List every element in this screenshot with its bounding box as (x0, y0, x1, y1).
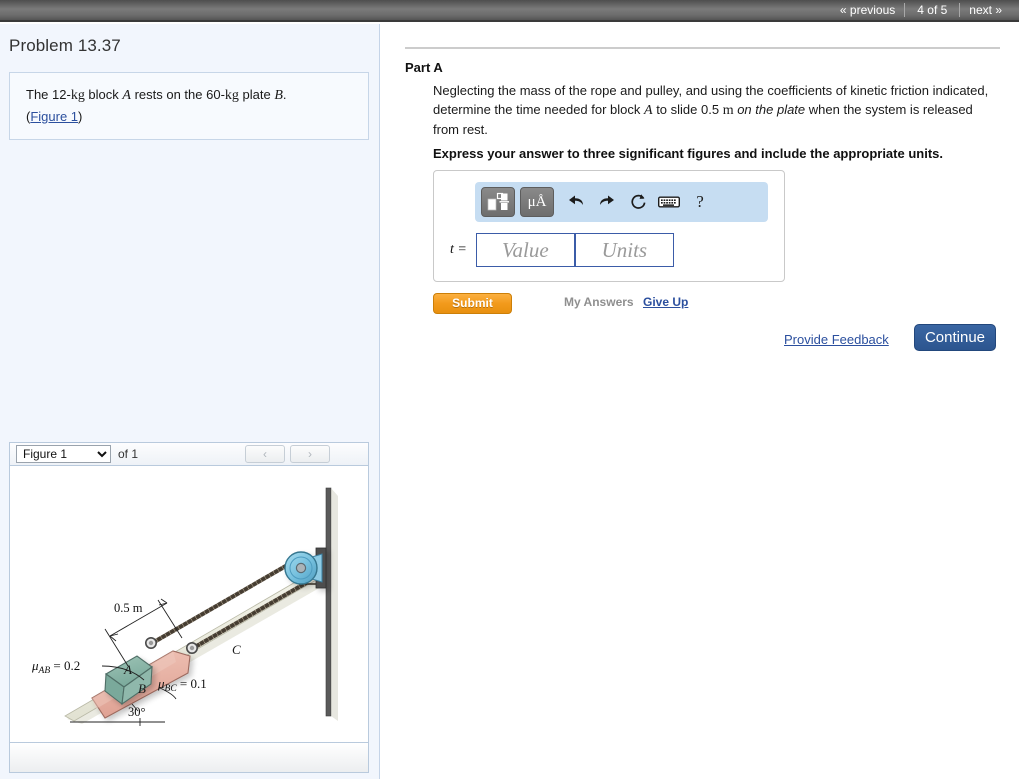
answer-entry-box: μÅ ? t = Value Units (433, 170, 785, 282)
page-counter: 4 of 5 (917, 3, 948, 17)
problem-statement-text: The 12-kg block A rests on the 60-kg pla… (26, 85, 354, 127)
statement-var-b: B (274, 88, 283, 103)
provide-feedback-link[interactable]: Provide Feedback (784, 332, 889, 347)
previous-link[interactable]: « previous (831, 0, 904, 20)
give-up-link[interactable]: Give Up (643, 295, 688, 309)
statement-seg-4: plate (238, 87, 275, 102)
figure-prev-button[interactable]: ‹ (245, 445, 285, 463)
top-nav-group: « previous 4 of 5 next » (831, 0, 1011, 20)
figure-next-button[interactable]: › (290, 445, 330, 463)
pulley (284, 547, 327, 589)
undo-arrow-icon[interactable] (563, 187, 589, 217)
unit-button-label: μÅ (527, 193, 547, 210)
unit-symbol-button[interactable]: μÅ (520, 187, 554, 217)
statement-var-a: A (122, 88, 131, 103)
reset-circular-arrow-icon[interactable] (625, 187, 651, 217)
wall-support (325, 487, 332, 717)
redo-arrow-glyph (600, 195, 614, 205)
submit-button[interactable]: Submit (433, 293, 512, 314)
help-icon[interactable]: ? (687, 187, 713, 217)
continue-button[interactable]: Continue (914, 324, 996, 351)
keyboard-icon[interactable] (656, 187, 682, 217)
answer-toolbar: μÅ ? (475, 182, 768, 222)
keyboard-glyph (658, 196, 680, 208)
statement-seg-3: rests on the 60- (130, 87, 225, 102)
figure-1-link[interactable]: Figure 1 (30, 109, 78, 124)
rope-eyelet-b (186, 642, 199, 655)
block-a-label: A (123, 662, 132, 677)
my-answers-link[interactable]: My Answers (564, 295, 634, 309)
figure-footer-bar (9, 743, 369, 773)
mu-bc-label: μBC = 0.1 (157, 676, 207, 694)
statement-unit-kg-1: kg (70, 88, 85, 103)
problem-statement-box: The 12-kg block A rests on the 60-kg pla… (9, 72, 369, 140)
point-c-label: C (232, 642, 241, 657)
part-a-heading: Part A (405, 60, 443, 75)
main-content: Part A Neglecting the mass of the rope a… (381, 24, 1019, 779)
next-link[interactable]: next » (960, 0, 1011, 20)
figure-link-paren-close: ) (78, 108, 83, 124)
problem-sidebar: Problem 13.37 The 12-kg block A rests on… (0, 24, 380, 779)
statement-seg-5: . (282, 87, 287, 102)
question-unit-m: m (722, 102, 734, 118)
units-input[interactable] (574, 233, 674, 267)
figure-toolbar: Figure 1 of 1 ‹ › (9, 442, 369, 466)
question-text: Neglecting the mass of the rope and pull… (433, 82, 1001, 140)
figure-select-dropdown[interactable]: Figure 1 (16, 445, 111, 463)
rope-lower (193, 581, 308, 649)
rope-eyelet-a (145, 637, 158, 650)
statement-seg-1: The 12- (26, 87, 71, 102)
question-emphasis: on the plate (737, 101, 806, 117)
help-question-mark: ? (696, 192, 704, 211)
answer-input-row: t = (450, 233, 674, 267)
dimension-label: 0.5 m (114, 601, 143, 615)
reset-glyph (630, 194, 645, 209)
variable-label: t = (450, 242, 467, 257)
express-answer-instruction: Express your answer to three significant… (433, 146, 943, 161)
value-input[interactable] (475, 233, 575, 267)
undo-arrow-glyph (569, 195, 583, 205)
figure-count-label: of 1 (118, 447, 139, 461)
redo-arrow-icon[interactable] (594, 187, 620, 217)
top-navigation-bar: « previous 4 of 5 next » (0, 0, 1019, 22)
statement-seg-2: block (84, 87, 123, 102)
plate-b-label: B (138, 681, 146, 696)
question-seg-2: to slide 0.5 (652, 101, 723, 117)
mu-ab-label: μAB = 0.2 (31, 658, 80, 676)
statement-unit-kg-2: kg (224, 88, 239, 103)
template-icon-glyph (487, 192, 509, 211)
physics-diagram-svg: 0.5 m μAB = 0.2 μBC = 0.1 A B C 30° (31, 487, 338, 726)
figure-panel: Figure 1 of 1 ‹ › 0.5 m μAB = 0.2 μBC = … (9, 442, 369, 773)
angle-label: 30° (128, 705, 146, 719)
page-title: Problem 13.37 (9, 36, 121, 55)
figure-nav-group: ‹ › (245, 445, 330, 463)
figure-canvas: 0.5 m μAB = 0.2 μBC = 0.1 A B C 30° (9, 466, 369, 743)
template-icon[interactable] (481, 187, 515, 217)
question-var-a: A (644, 102, 653, 118)
content-divider (405, 47, 1000, 49)
